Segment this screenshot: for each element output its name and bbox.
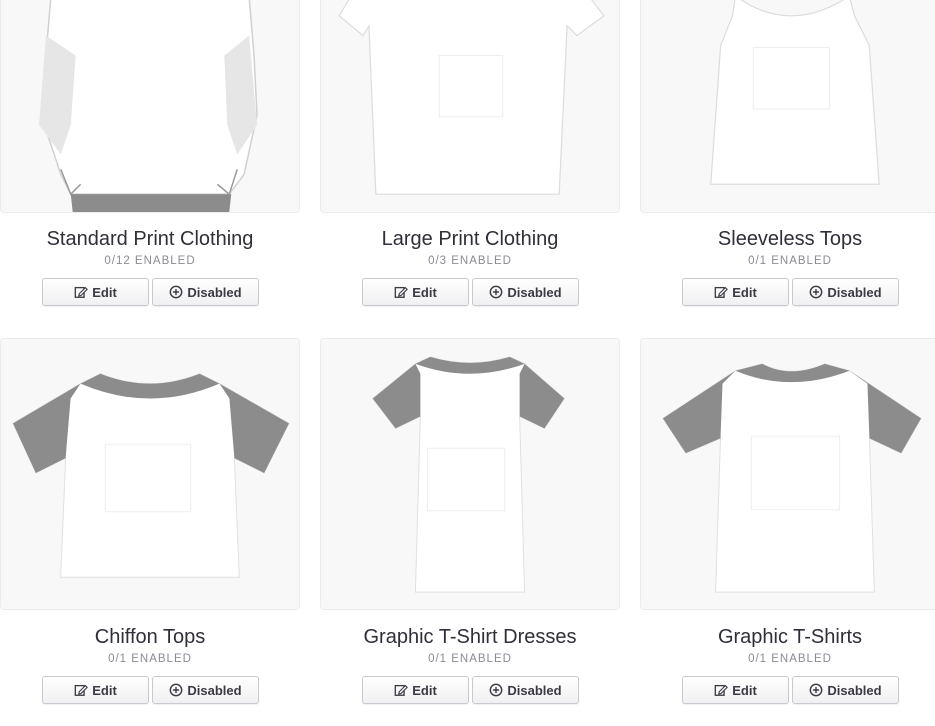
edit-label: Edit: [412, 284, 437, 300]
plus-circle-icon: [169, 683, 183, 697]
graphic-t-shirt-image: [641, 339, 935, 609]
enabled-count: 0/1 ENABLED: [748, 653, 832, 665]
plus-circle-icon: [809, 285, 823, 299]
edit-icon: [714, 285, 729, 299]
disabled-toggle-button[interactable]: Disabled: [792, 278, 899, 306]
edit-icon: [394, 683, 409, 697]
edit-button[interactable]: Edit: [42, 278, 149, 306]
product-title: Chiffon Tops: [94, 626, 206, 648]
product-title: Standard Print Clothing: [46, 228, 254, 250]
disabled-toggle-button[interactable]: Disabled: [152, 676, 259, 704]
disabled-toggle-button[interactable]: Disabled: [472, 278, 579, 306]
edit-label: Edit: [92, 284, 117, 300]
edit-button[interactable]: Edit: [682, 676, 789, 704]
product-image[interactable]: [0, 0, 300, 213]
product-title: Graphic T-Shirt Dresses: [363, 626, 577, 648]
disabled-label: Disabled: [827, 682, 882, 698]
enabled-count: 0/1 ENABLED: [108, 653, 192, 665]
tank-top-image: [641, 0, 935, 212]
product-image[interactable]: [320, 338, 620, 610]
plus-circle-icon: [489, 683, 503, 697]
t-shirt-image: [321, 0, 619, 212]
disabled-label: Disabled: [187, 284, 242, 300]
edit-button[interactable]: Edit: [42, 676, 149, 704]
enabled-count: 0/12 ENABLED: [104, 255, 196, 267]
disabled-toggle-button[interactable]: Disabled: [472, 676, 579, 704]
disabled-toggle-button[interactable]: Disabled: [152, 278, 259, 306]
t-shirt-model-image: [1, 0, 299, 212]
plus-circle-icon: [489, 285, 503, 299]
plus-circle-icon: [809, 683, 823, 697]
product-image[interactable]: [640, 338, 935, 610]
enabled-count: 0/3 ENABLED: [428, 255, 512, 267]
product-title: Sleeveless Tops: [717, 228, 863, 250]
edit-icon: [74, 285, 89, 299]
plus-circle-icon: [169, 285, 183, 299]
t-shirt-dress-image: [321, 339, 619, 609]
disabled-toggle-button[interactable]: Disabled: [792, 676, 899, 704]
disabled-label: Disabled: [827, 284, 882, 300]
edit-button[interactable]: Edit: [362, 278, 469, 306]
edit-button[interactable]: Edit: [362, 676, 469, 704]
edit-label: Edit: [92, 682, 117, 698]
product-image[interactable]: [0, 338, 300, 610]
edit-icon: [714, 683, 729, 697]
edit-button[interactable]: Edit: [682, 278, 789, 306]
edit-icon: [394, 285, 409, 299]
edit-label: Edit: [412, 682, 437, 698]
edit-label: Edit: [732, 682, 757, 698]
chiffon-top-image: [1, 339, 299, 609]
edit-label: Edit: [732, 284, 757, 300]
enabled-count: 0/1 ENABLED: [428, 653, 512, 665]
product-image[interactable]: [320, 0, 620, 213]
edit-icon: [74, 683, 89, 697]
product-title: Large Print Clothing: [381, 228, 559, 250]
product-image[interactable]: [640, 0, 935, 213]
disabled-label: Disabled: [187, 682, 242, 698]
product-title: Graphic T-Shirts: [717, 626, 863, 648]
enabled-count: 0/1 ENABLED: [748, 255, 832, 267]
disabled-label: Disabled: [507, 284, 562, 300]
disabled-label: Disabled: [507, 682, 562, 698]
